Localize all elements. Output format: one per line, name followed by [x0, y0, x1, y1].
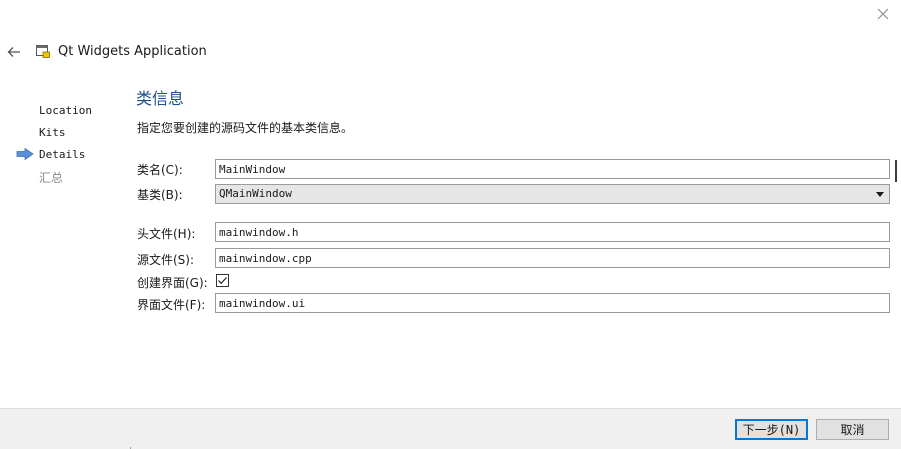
header-file-label: 头文件(H):: [137, 227, 196, 241]
current-step-arrow-icon: [16, 148, 34, 160]
header-file-input[interactable]: [215, 222, 890, 242]
next-button[interactable]: 下一步(N): [735, 419, 808, 440]
page-title: 类信息: [136, 89, 185, 108]
generate-form-checkbox[interactable]: [216, 274, 229, 287]
step-details: Details: [39, 148, 86, 161]
window-title: Qt Widgets Application: [58, 44, 207, 59]
base-class-selected-value: QMainWindow: [219, 187, 292, 200]
step-summary: 汇总: [39, 171, 64, 185]
qt-creator-wizard-icon: [36, 45, 50, 58]
class-name-label: 类名(C):: [137, 163, 183, 177]
dropdown-arrow-icon: [876, 192, 884, 197]
close-button[interactable]: [872, 4, 894, 24]
source-file-label: 源文件(S):: [137, 253, 195, 267]
page-description: 指定您要创建的源码文件的基本类信息。: [137, 121, 354, 135]
source-file-input[interactable]: [215, 248, 890, 268]
base-class-label: 基类(B):: [137, 188, 183, 202]
checkmark-icon: [218, 277, 227, 285]
form-file-input[interactable]: [215, 293, 890, 313]
step-location: Location: [39, 104, 92, 117]
wizard-footer: 下一步(N) 取消: [0, 408, 901, 449]
form-file-label: 界面文件(F):: [137, 298, 206, 312]
base-class-select[interactable]: QMainWindow: [215, 184, 890, 204]
cancel-button[interactable]: 取消: [816, 419, 889, 440]
back-button[interactable]: [4, 42, 24, 62]
splitter-handle: [895, 160, 897, 182]
back-arrow-icon: [7, 47, 20, 57]
generate-form-label: 创建界面(G):: [137, 276, 208, 290]
close-icon: [877, 8, 889, 20]
class-name-input[interactable]: [215, 159, 890, 179]
step-kits: Kits: [39, 126, 66, 139]
